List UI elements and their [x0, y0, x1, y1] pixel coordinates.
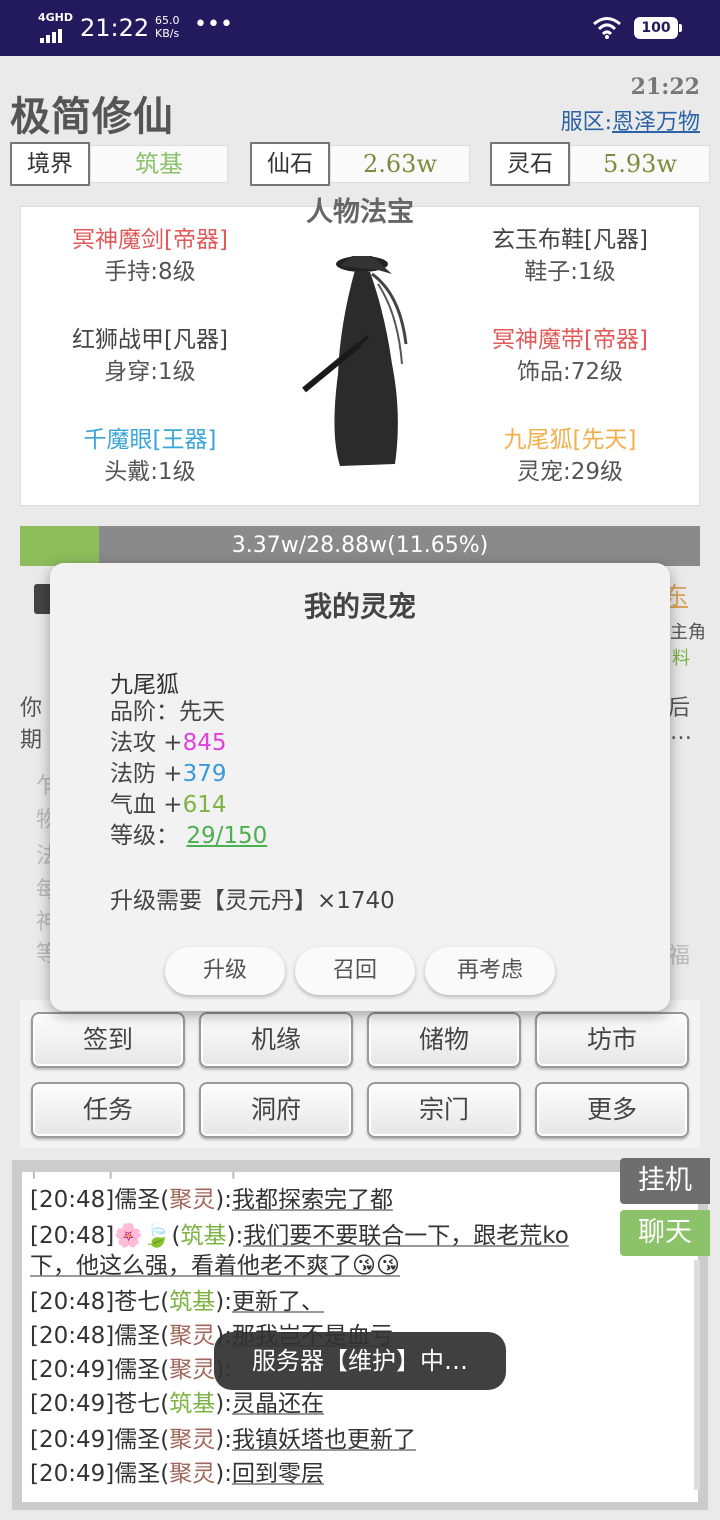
wifi-icon	[593, 17, 621, 39]
chat-line: 下，他这么强，看着他老不爽了😘😘	[30, 1253, 400, 1279]
info-text-2: 期	[20, 728, 43, 753]
game-clock: 21:22	[630, 74, 700, 100]
pet-grade: 品阶：先天	[110, 699, 225, 725]
server-name[interactable]: 恩泽万物	[612, 110, 700, 135]
sect-button[interactable]: 宗门	[367, 1082, 521, 1138]
battery-icon: 100	[634, 17, 682, 39]
chat-line: [20:48]儒圣(聚灵):我都探索完了都	[30, 1187, 393, 1213]
equip-slot: 头戴:1级	[104, 459, 196, 485]
tasks-button[interactable]: 任务	[31, 1082, 185, 1138]
chat-line: [20:49]儒圣(聚灵):回到零层	[30, 1461, 324, 1487]
list-partial-right: 福	[668, 944, 691, 969]
equip-slot: 饰品:72级	[516, 359, 623, 385]
stat-value: 2.63w	[330, 145, 470, 183]
server-info[interactable]: 服区:恩泽万物	[561, 104, 700, 136]
equip-slot: 身穿:1级	[104, 359, 196, 385]
cultivation-progress-bar: 3.37w/28.88w(11.65%)	[20, 526, 700, 566]
server-toast: 服务器【维护】中…	[214, 1332, 506, 1390]
equip-accessory[interactable]: 冥神魔带[帝器] 饰品:72级	[445, 324, 695, 388]
pet-defense: 法防 +379	[110, 761, 227, 787]
stat-label: 灵石	[490, 142, 570, 186]
stat-realm: 境界 筑基	[10, 142, 228, 186]
market-button[interactable]: 坊市	[535, 1012, 689, 1068]
equip-helmet[interactable]: 千魔眼[王器] 头戴:1级	[25, 424, 275, 488]
progress-text: 3.37w/28.88w(11.65%)	[231, 533, 489, 558]
dialog-title: 我的灵宠	[303, 590, 416, 623]
character-portrait	[302, 256, 408, 466]
equip-armor[interactable]: 红狮战甲[凡器] 身穿:1级	[25, 324, 275, 388]
side-label-2: 料	[672, 648, 690, 669]
stat-spirit-stone: 灵石 5.93w	[490, 142, 710, 186]
opportunity-button[interactable]: 机缘	[199, 1012, 353, 1068]
equip-slot: 鞋子:1级	[524, 259, 616, 285]
cave-button[interactable]: 洞府	[199, 1082, 353, 1138]
signal-icon	[40, 24, 64, 43]
reconsider-button[interactable]: 再考虑	[425, 947, 555, 995]
side-label-1: 主角	[670, 622, 706, 643]
more-button[interactable]: 更多	[535, 1082, 689, 1138]
stat-value: 5.93w	[570, 145, 710, 183]
stat-immortal-stone: 仙石 2.63w	[250, 142, 470, 186]
app-title: 极简修仙	[10, 93, 174, 140]
equip-name: 冥神魔剑[帝器]	[72, 227, 228, 253]
chat-line-cut: | | |	[30, 1172, 237, 1182]
chat-tab[interactable]: 聊天	[620, 1210, 710, 1256]
equip-name: 千魔眼[王器]	[83, 427, 217, 453]
stat-label: 境界	[10, 142, 90, 186]
chat-line: [20:48]苍七(筑基):更新了、	[30, 1289, 324, 1315]
status-bar: 4GHD 21:22 65.0 KB/s ••• 100	[0, 0, 720, 56]
storage-button[interactable]: 储物	[367, 1012, 521, 1068]
stat-value: 筑基	[90, 145, 228, 183]
pet-attack: 法攻 +845	[110, 730, 227, 756]
pet-level: 等级： 29/150	[110, 823, 268, 849]
network-type: 4GHD	[38, 11, 74, 24]
chat-line: [20:48]🌸🍃(筑基):我们要不要联合一下，跟老荒ko	[30, 1223, 569, 1249]
pet-name: 九尾狐	[110, 672, 179, 698]
stat-label: 仙石	[250, 142, 330, 186]
info-text-4: …	[670, 720, 692, 745]
net-speed: 65.0 KB/s	[155, 14, 180, 40]
checkin-button[interactable]: 签到	[31, 1012, 185, 1068]
recall-button[interactable]: 召回	[295, 947, 415, 995]
chat-line: [20:49]苍七(筑基):灵晶还在	[30, 1391, 324, 1417]
equip-slot: 手持:8级	[104, 259, 196, 285]
info-text-3: 后	[668, 696, 691, 721]
upgrade-button[interactable]: 升级	[165, 947, 285, 995]
equip-name: 玄玉布鞋[凡器]	[492, 227, 648, 253]
equip-slot: 灵宠:29级	[516, 459, 623, 485]
chat-scrollbar[interactable]	[694, 1260, 700, 1490]
info-text-1: 你	[20, 696, 43, 721]
equip-shoes[interactable]: 玄玉布鞋[凡器] 鞋子:1级	[445, 224, 695, 288]
equip-pet[interactable]: 九尾狐[先天] 灵宠:29级	[445, 424, 695, 488]
idle-tab[interactable]: 挂机	[620, 1158, 710, 1204]
status-time: 21:22	[80, 14, 150, 42]
equip-name: 九尾狐[先天]	[503, 427, 637, 453]
equip-weapon[interactable]: 冥神魔剑[帝器] 手持:8级	[25, 224, 275, 288]
pet-hp: 气血 +614	[110, 792, 227, 818]
server-label: 服区:	[560, 110, 612, 135]
pet-dialog: 我的灵宠 九尾狐 品阶：先天 法攻 +845 法防 +379 气血 +614 等…	[50, 563, 670, 1011]
more-notifications-icon: •••	[194, 12, 233, 37]
chat-line: [20:49]儒圣(聚灵):	[30, 1357, 232, 1383]
upgrade-cost: 升级需要【灵元丹】×1740	[110, 888, 395, 914]
chat-line: [20:49]儒圣(聚灵):我镇妖塔也更新了	[30, 1427, 416, 1453]
equip-name: 红狮战甲[凡器]	[72, 327, 228, 353]
equip-name: 冥神魔带[帝器]	[492, 327, 648, 353]
